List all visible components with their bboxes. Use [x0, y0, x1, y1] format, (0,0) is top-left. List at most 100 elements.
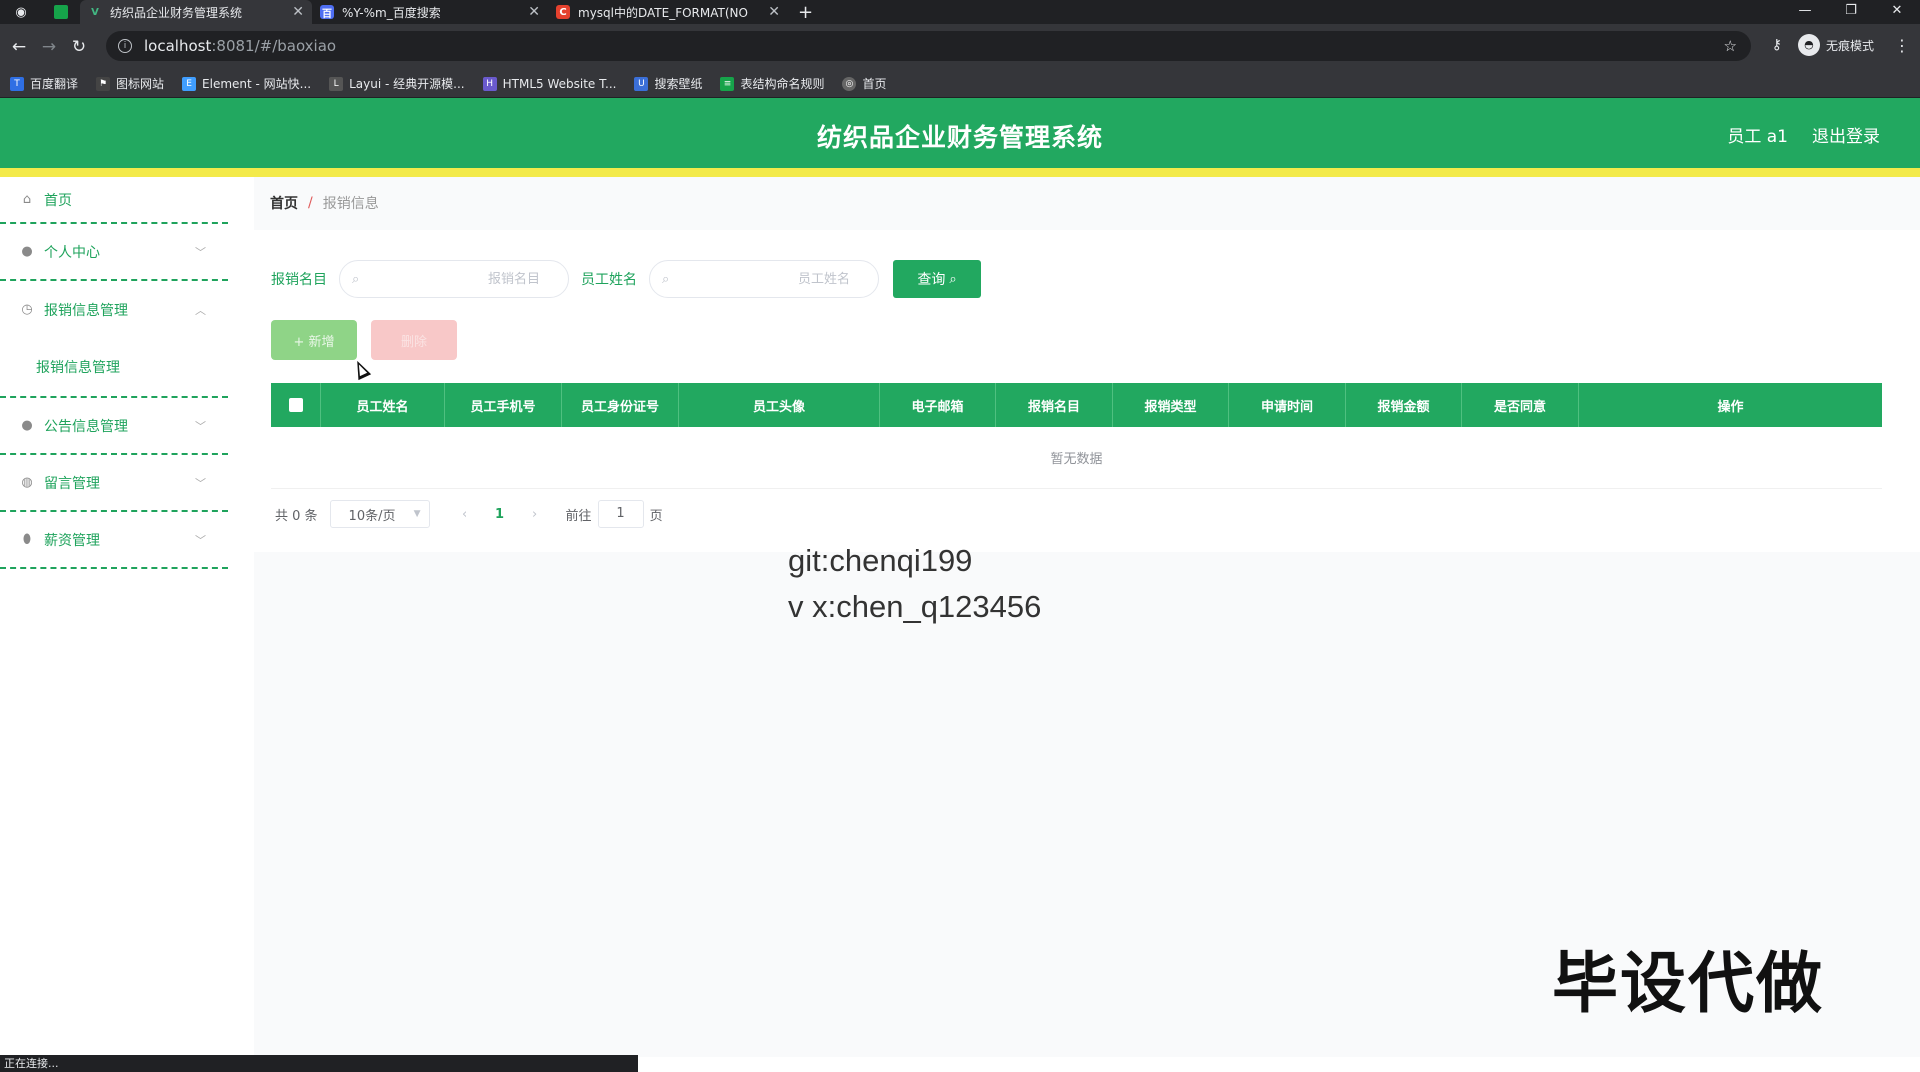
sidebar-item-notices[interactable]: ● 公告信息管理 ﹀ [0, 398, 228, 455]
query-button[interactable]: 查询 ⌕ [893, 260, 981, 298]
layui-icon: L [329, 76, 344, 91]
delete-button[interactable]: 删除 [371, 320, 457, 360]
sidebar-item-home[interactable]: ⌂ 首页 [0, 177, 228, 224]
column-header: 操作 [1717, 399, 1744, 415]
tab-title: %Y-%m_百度搜索 [342, 5, 441, 20]
browser-tab[interactable]: C mysql中的DATE_FORMAT(NO ✕ [548, 0, 788, 24]
bookmark-item[interactable]: ⚑ 图标网站 [96, 75, 164, 92]
column-header[interactable]: 员工姓名 [321, 383, 445, 427]
address-bar: ← → ↻ i localhost:8081/#/baoxiao ☆ ⚷ ◓ 无… [0, 24, 1920, 70]
breadcrumb-home[interactable]: 首页 [270, 193, 298, 213]
search-input-employee[interactable] [650, 261, 878, 297]
site-info-icon[interactable]: i [118, 39, 132, 53]
back-icon[interactable]: ← [4, 37, 34, 57]
bookmark-star-icon[interactable]: ☆ [1724, 37, 1737, 55]
browser-tab-active[interactable]: V 纺织品企业财务管理系统 ✕ [80, 0, 312, 24]
page-size-select[interactable]: 10条/页 ▼ [329, 500, 430, 528]
url-host: localhost [144, 37, 212, 55]
wallpaper-icon: U [634, 76, 649, 91]
window-close-icon[interactable]: ✕ [1874, 0, 1920, 24]
bookmark-label: 首页 [862, 77, 887, 91]
user-icon: ● [21, 244, 33, 259]
close-icon[interactable]: ✕ [528, 4, 540, 20]
close-icon[interactable]: ✕ [292, 4, 304, 20]
page-unit-label: 页 [649, 508, 663, 524]
watermark-text: git:chenqi199 v x:chen_q123456 [788, 538, 1041, 630]
pinned-tab-icon[interactable] [50, 1, 72, 23]
search-label-item: 报销名目 [271, 272, 327, 288]
prev-page-icon[interactable]: ‹ [450, 507, 480, 522]
column-header[interactable]: 报销金额 [1346, 383, 1462, 427]
sheet-icon: ≡ [720, 76, 735, 91]
next-page-icon[interactable]: › [520, 507, 550, 522]
promo-text: 毕设代做 [1552, 945, 1824, 1022]
search-input-employee-wrapper: ⌕ [649, 260, 879, 298]
sidebar-subitem-reimbursement[interactable]: 报销信息管理 [0, 338, 228, 398]
incognito-icon[interactable]: ◓ [1797, 34, 1820, 56]
pin-icon: ⬮ [22, 532, 32, 547]
watermark-line: git:chenqi199 [788, 543, 973, 578]
query-button-label: 查询 [917, 272, 946, 288]
search-input-item[interactable] [340, 261, 568, 297]
html5-icon: H [482, 76, 497, 91]
page-size-value: 10条/页 [348, 508, 396, 524]
sidebar-subitem-label: 报销信息管理 [36, 360, 120, 376]
bookmark-label: Layui - 经典开源模... [349, 77, 465, 91]
column-header[interactable]: 员工头像 [679, 383, 880, 427]
bookmark-item[interactable]: ◎ 首页 [842, 75, 887, 92]
minimize-icon[interactable]: — [1782, 0, 1828, 24]
search-input-item-wrapper: ⌕ [339, 260, 569, 298]
chevron-down-icon: ﹀ [195, 476, 206, 490]
breadcrumb-current: 报销信息 [322, 196, 379, 212]
sidebar: ⌂ 首页 ● 个人中心 ﹀ ◷ 报销信息管理 ︿ 报销信息管理 ● 公告信息管理… [0, 177, 228, 1057]
sidebar-item-label: 个人中心 [44, 244, 100, 261]
bookmark-item[interactable]: L Layui - 经典开源模... [329, 75, 465, 92]
search-label-employee: 员工姓名 [581, 272, 637, 288]
flag-icon: ⚑ [96, 76, 111, 91]
bookmark-item[interactable]: T 百度翻译 [10, 75, 78, 92]
restore-icon[interactable]: ❐ [1828, 0, 1874, 24]
close-icon[interactable]: ✕ [768, 4, 780, 20]
table-header: 员工姓名 员工手机号 员工身份证号 员工头像 电子邮箱 报销名目 报销类型 申请… [271, 383, 1882, 427]
sidebar-item-profile[interactable]: ● 个人中心 ﹀ [0, 224, 228, 281]
search-icon: ⌕ [662, 271, 670, 287]
browser-tab[interactable]: 百 %Y-%m_百度搜索 ✕ [312, 0, 548, 24]
browser-menu-icon[interactable]: ⋮ [1894, 36, 1910, 55]
total-count: 共 0 条 [275, 508, 318, 524]
toolbar-right: ⚷ ◓ 无痕模式 ⋮ [1772, 34, 1910, 56]
bookmark-item[interactable]: ≡ 表结构命名规则 [720, 75, 824, 92]
key-icon[interactable]: ⚷ [1772, 37, 1782, 53]
bookmark-label: Element - 网站快... [202, 77, 312, 91]
column-header[interactable]: 是否同意 [1462, 383, 1579, 427]
chevron-down-icon: ▼ [413, 509, 421, 519]
add-button[interactable]: + 新增 [271, 320, 357, 360]
column-header[interactable]: 报销名目 [996, 383, 1113, 427]
data-table: 员工姓名 员工手机号 员工身份证号 员工头像 电子邮箱 报销名目 报销类型 申请… [271, 383, 1882, 489]
browser-status-bar: 正在连接... [0, 1055, 638, 1072]
sidebar-item-reimbursement[interactable]: ◷ 报销信息管理 ︿ [0, 281, 228, 338]
chevron-down-icon: ﹀ [195, 533, 206, 547]
forward-icon[interactable]: → [34, 37, 64, 57]
breadcrumb: 首页 / 报销信息 [270, 193, 379, 213]
sidebar-item-salary[interactable]: ⬮ 薪资管理 ﹀ [0, 512, 228, 569]
bookmark-item[interactable]: E Element - 网站快... [182, 75, 311, 92]
bookmark-item[interactable]: U 搜索壁纸 [634, 75, 702, 92]
page-number[interactable]: 1 [480, 507, 520, 522]
new-tab-icon[interactable]: + [798, 2, 813, 23]
goto-page-input[interactable]: 1 [597, 500, 644, 528]
column-header[interactable]: 电子邮箱 [880, 383, 996, 427]
url-field[interactable]: i localhost:8081/#/baoxiao ☆ [106, 31, 1751, 61]
column-header[interactable]: 员工手机号 [445, 383, 562, 427]
column-header[interactable]: 申请时间 [1229, 383, 1346, 427]
user-icon: ● [21, 418, 33, 433]
reload-icon[interactable]: ↻ [64, 37, 94, 57]
column-header[interactable]: 报销类型 [1113, 383, 1229, 427]
bookmark-item[interactable]: H HTML5 Website T... [482, 76, 616, 91]
chrome-menu-icon[interactable]: ◉ [10, 1, 32, 23]
sidebar-item-messages[interactable]: ◍ 留言管理 ﹀ [0, 455, 228, 512]
search-icon: ⌕ [949, 271, 957, 287]
select-all-checkbox[interactable] [288, 398, 303, 412]
logout-link[interactable]: 退出登录 [1812, 122, 1880, 147]
url-path: :8081/#/baoxiao [211, 37, 337, 55]
column-header[interactable]: 员工身份证号 [562, 383, 679, 427]
